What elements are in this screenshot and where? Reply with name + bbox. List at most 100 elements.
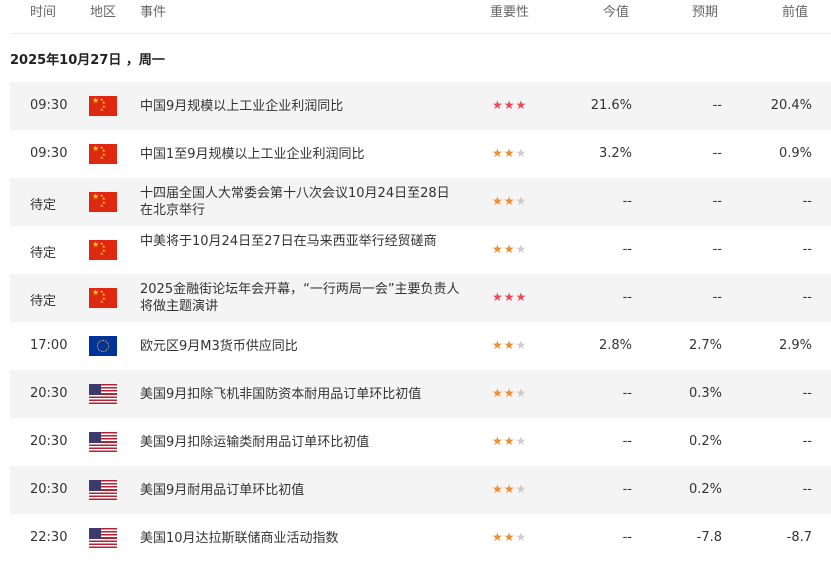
forecast-value: -- [712, 242, 722, 257]
event-time: 17:00 [30, 338, 68, 353]
previous-value: -- [802, 242, 812, 257]
event-title[interactable]: 美国9月耐用品订单环比初值 [140, 482, 460, 499]
star-empty-icon: ★ [515, 530, 528, 544]
forecast-value: -- [712, 98, 722, 113]
star-filled-icon: ★ [492, 290, 504, 304]
event-row[interactable]: 20:30 美国9月扣除飞机非国防资本耐用品订单环比初值 ★★★ -- 0.3% -- [10, 370, 831, 418]
star-filled-icon: ★ [503, 98, 516, 112]
us-flag-icon [89, 384, 117, 404]
actual-value: 2.8% [598, 338, 632, 353]
previous-value: -8.7 [786, 530, 812, 545]
star-filled-icon: ★ [492, 98, 504, 112]
us-flag-icon [89, 528, 117, 548]
previous-value: 0.9% [778, 146, 812, 161]
star-empty-icon: ★ [515, 194, 528, 208]
forecast-value: 2.7% [688, 338, 722, 353]
actual-value: 3.2% [598, 146, 632, 161]
importance-rating: ★★★ [492, 242, 527, 256]
header-divider [10, 33, 831, 34]
star-filled-icon: ★ [492, 530, 504, 544]
star-filled-icon: ★ [503, 530, 516, 544]
actual-value: -- [622, 482, 632, 497]
previous-value: -- [802, 482, 812, 497]
event-row[interactable]: 20:30 美国9月扣除运输类耐用品订单环比初值 ★★★ -- 0.2% -- [10, 418, 831, 466]
star-empty-icon: ★ [515, 386, 528, 400]
event-row[interactable]: 09:30 ★ ★ ★ ★ ★ 中国9月规模以上工业企业利润同比 ★★★ 21.6% -- 20.4… [10, 82, 831, 130]
event-time: 09:30 [30, 146, 68, 161]
header-importance: 重要性 [490, 5, 530, 20]
cn-flag-icon: ★ ★ ★ ★ ★ [89, 96, 117, 116]
date-label: 2025年10月27日 ，周一 [10, 53, 165, 68]
us-flag-icon [89, 480, 117, 500]
event-title[interactable]: 美国10月达拉斯联储商业活动指数 [140, 530, 460, 547]
star-filled-icon: ★ [503, 482, 516, 496]
header-previous: 前值 [782, 5, 809, 20]
event-row[interactable]: 22:30 美国10月达拉斯联储商业活动指数 ★★★ -- -7.8 -8.7 [10, 514, 831, 562]
actual-value: -- [622, 530, 632, 545]
previous-value: 2.9% [778, 338, 812, 353]
star-filled-icon: ★ [492, 434, 504, 448]
event-title[interactable]: 十四届全国人大常委会第十八次会议10月24日至28日在北京举行 [140, 185, 460, 219]
header-region: 地区 [90, 5, 117, 20]
header-event: 事件 [140, 5, 167, 20]
star-filled-icon: ★ [503, 386, 516, 400]
star-empty-icon: ★ [515, 146, 528, 160]
star-filled-icon: ★ [492, 386, 504, 400]
event-row[interactable]: 待定 ★ ★ ★ ★ ★ 中美将于10月24日至27日在马来西亚举行经贸磋商 ★★★ -- -- -… [10, 226, 831, 274]
event-time: 22:30 [30, 530, 68, 545]
event-row[interactable]: 待定 ★ ★ ★ ★ ★ 2025金融街论坛年会开幕，“一行两局一会”主要负责人将做主题演讲… [10, 274, 831, 322]
event-title[interactable]: 中国9月规模以上工业企业利润同比 [140, 98, 460, 115]
forecast-value: 0.3% [688, 386, 722, 401]
star-filled-icon: ★ [515, 98, 528, 112]
star-filled-icon: ★ [503, 434, 516, 448]
star-empty-icon: ★ [515, 482, 528, 496]
cn-flag-icon: ★ ★ ★ ★ ★ [89, 192, 117, 212]
star-filled-icon: ★ [492, 482, 504, 496]
event-title[interactable]: 中美将于10月24日至27日在马来西亚举行经贸磋商 [140, 233, 460, 250]
event-row[interactable]: 17:00 欧元区9月M3货币供应同比 ★★★ 2.8% 2.7% 2.9% [10, 322, 831, 370]
event-row[interactable]: 09:30 ★ ★ ★ ★ ★ 中国1至9月规模以上工业企业利润同比 ★★★ 3.2% -- 0.9… [10, 130, 831, 178]
importance-rating: ★★★ [492, 530, 527, 544]
previous-value: -- [802, 194, 812, 209]
event-title[interactable]: 美国9月扣除运输类耐用品订单环比初值 [140, 434, 460, 451]
event-time: 20:30 [30, 482, 68, 497]
event-row[interactable]: 20:30 美国9月耐用品订单环比初值 ★★★ -- 0.2% -- [10, 466, 831, 514]
event-time: 09:30 [30, 98, 68, 113]
star-empty-icon: ★ [515, 434, 528, 448]
star-filled-icon: ★ [503, 242, 516, 256]
star-filled-icon: ★ [515, 290, 528, 304]
previous-value: -- [802, 386, 812, 401]
actual-value: 21.6% [590, 98, 632, 113]
previous-value: -- [802, 290, 812, 305]
forecast-value: 0.2% [688, 482, 722, 497]
star-filled-icon: ★ [503, 290, 516, 304]
importance-rating: ★★★ [492, 194, 527, 208]
star-filled-icon: ★ [492, 338, 504, 352]
star-empty-icon: ★ [515, 242, 528, 256]
event-time: 20:30 [30, 434, 68, 449]
cn-flag-icon: ★ ★ ★ ★ ★ [89, 240, 117, 260]
header-forecast: 预期 [692, 5, 719, 20]
importance-rating: ★★★ [492, 386, 527, 400]
importance-rating: ★★★ [492, 482, 527, 496]
event-time: 待定 [30, 246, 57, 261]
importance-rating: ★★★ [492, 98, 527, 112]
event-title[interactable]: 欧元区9月M3货币供应同比 [140, 338, 460, 355]
cn-flag-icon: ★ ★ ★ ★ ★ [89, 288, 117, 308]
event-title[interactable]: 美国9月扣除飞机非国防资本耐用品订单环比初值 [140, 386, 460, 403]
event-title[interactable]: 中国1至9月规模以上工业企业利润同比 [140, 146, 460, 163]
importance-rating: ★★★ [492, 146, 527, 160]
actual-value: -- [622, 290, 632, 305]
actual-value: -- [622, 434, 632, 449]
header-time: 时间 [30, 5, 57, 20]
forecast-value: 0.2% [688, 434, 722, 449]
actual-value: -- [622, 194, 632, 209]
forecast-value: -- [712, 146, 722, 161]
event-row[interactable]: 待定 ★ ★ ★ ★ ★ 十四届全国人大常委会第十八次会议10月24日至28日在北京举行 ★★… [10, 178, 831, 226]
actual-value: -- [622, 242, 632, 257]
star-filled-icon: ★ [492, 194, 504, 208]
event-title[interactable]: 2025金融街论坛年会开幕，“一行两局一会”主要负责人将做主题演讲 [140, 281, 460, 315]
eu-flag-icon [89, 336, 117, 356]
header-actual: 今值 [603, 5, 630, 20]
event-time: 20:30 [30, 386, 68, 401]
